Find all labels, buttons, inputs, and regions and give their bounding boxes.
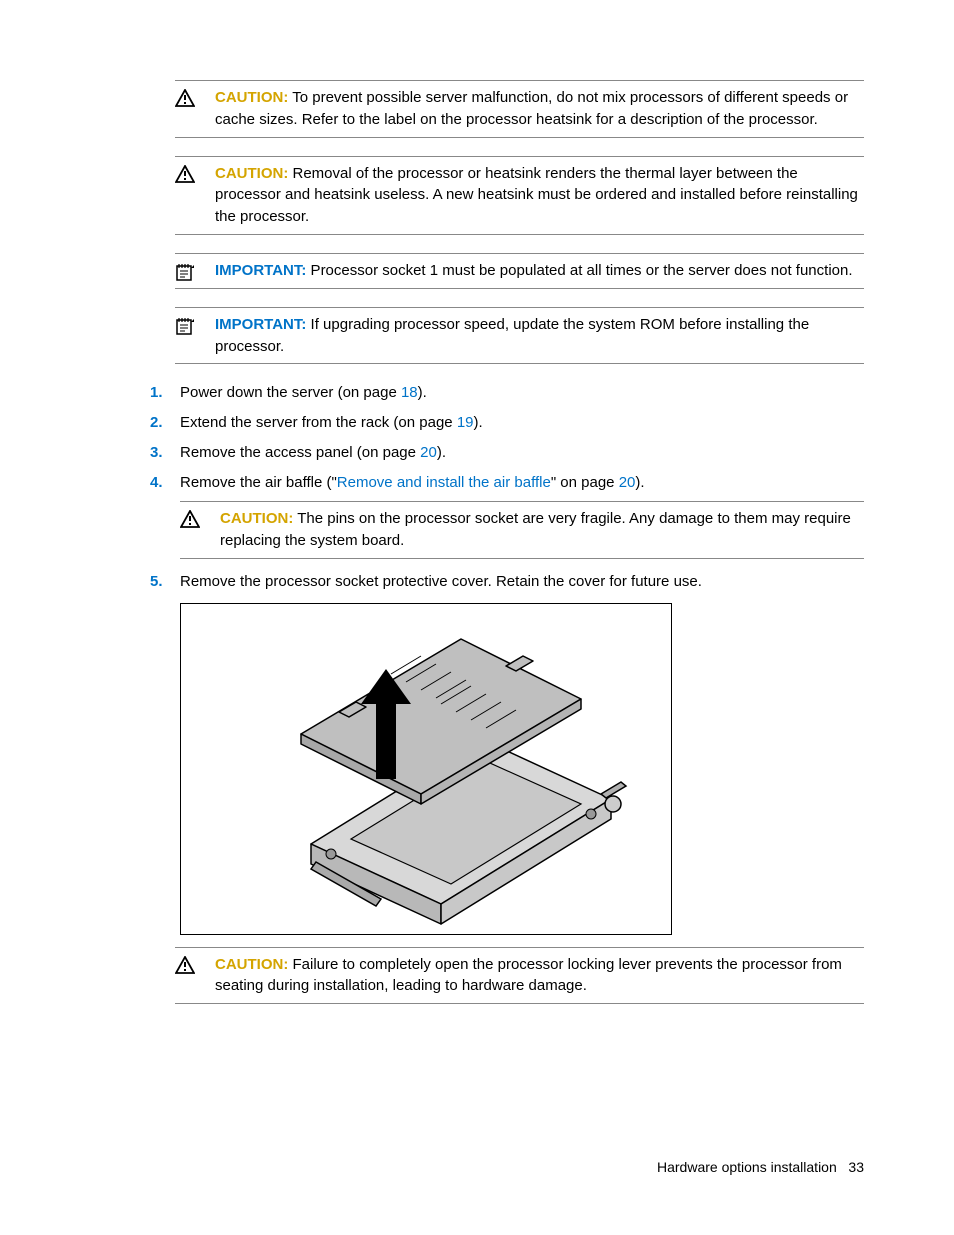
step-body: Remove the access panel (on page 20). (180, 442, 864, 464)
caution-block-4: CAUTION: Failure to completely open the … (175, 947, 864, 1005)
page-link[interactable]: 20 (420, 444, 437, 461)
page-link[interactable]: 19 (457, 414, 474, 431)
caution-body: The pins on the processor socket are ver… (220, 510, 851, 549)
step-body: Power down the server (on page 18). (180, 382, 864, 404)
step-num: 2. (150, 412, 180, 434)
page-footer: Hardware options installation 33 (657, 1159, 864, 1175)
step-5: 5. Remove the processor socket protectiv… (150, 571, 864, 593)
important-block-2: IMPORTANT: If upgrading processor speed,… (175, 307, 864, 365)
caution-icon (175, 163, 215, 183)
caution-block-1: CAUTION: To prevent possible server malf… (175, 80, 864, 138)
step-4: 4. Remove the air baffle ("Remove and in… (150, 472, 864, 494)
important-label: IMPORTANT: (215, 316, 306, 333)
caution-block-2: CAUTION: Removal of the processor or hea… (175, 156, 864, 235)
caution-label: CAUTION: (220, 510, 293, 527)
caution-icon (175, 87, 215, 107)
caution-icon (180, 508, 220, 552)
page-body: CAUTION: To prevent possible server malf… (0, 0, 954, 1004)
admon-text: IMPORTANT: Processor socket 1 must be po… (215, 260, 864, 282)
step-num: 4. (150, 472, 180, 494)
caution-body: To prevent possible server malfunction, … (215, 89, 848, 128)
important-body: Processor socket 1 must be populated at … (306, 262, 852, 279)
processor-cover-figure (180, 603, 672, 935)
caution-label: CAUTION: (215, 89, 288, 106)
step-num: 1. (150, 382, 180, 404)
admon-text: CAUTION: Removal of the processor or hea… (215, 163, 864, 228)
admon-text: CAUTION: Failure to completely open the … (215, 954, 864, 998)
admon-text: CAUTION: To prevent possible server malf… (215, 87, 864, 131)
important-label: IMPORTANT: (215, 262, 306, 279)
step-body: Remove the air baffle ("Remove and insta… (180, 472, 864, 494)
important-icon (175, 260, 215, 282)
caution-label: CAUTION: (215, 956, 288, 973)
caution-label: CAUTION: (215, 165, 288, 182)
footer-section: Hardware options installation (657, 1159, 837, 1175)
admon-text: CAUTION: The pins on the processor socke… (220, 508, 864, 552)
steps-list-2: 5. Remove the processor socket protectiv… (150, 571, 864, 593)
important-icon (175, 314, 215, 336)
caution-body: Failure to completely open the processor… (215, 956, 842, 995)
step-num: 3. (150, 442, 180, 464)
admon-text: IMPORTANT: If upgrading processor speed,… (215, 314, 864, 358)
caution-body: Removal of the processor or heatsink ren… (215, 165, 858, 226)
footer-page: 33 (848, 1159, 864, 1175)
step-1: 1. Power down the server (on page 18). (150, 382, 864, 404)
step-3: 3. Remove the access panel (on page 20). (150, 442, 864, 464)
caution-icon (175, 954, 215, 998)
caution-block-3: CAUTION: The pins on the processor socke… (180, 501, 864, 559)
step-num: 5. (150, 571, 180, 593)
topic-link[interactable]: Remove and install the air baffle (337, 474, 551, 491)
step-body: Remove the processor socket protective c… (180, 571, 864, 593)
page-link[interactable]: 18 (401, 384, 418, 401)
step-2: 2. Extend the server from the rack (on p… (150, 412, 864, 434)
page-link[interactable]: 20 (619, 474, 636, 491)
important-block-1: IMPORTANT: Processor socket 1 must be po… (175, 253, 864, 289)
steps-list: 1. Power down the server (on page 18). 2… (150, 382, 864, 493)
step-body: Extend the server from the rack (on page… (180, 412, 864, 434)
